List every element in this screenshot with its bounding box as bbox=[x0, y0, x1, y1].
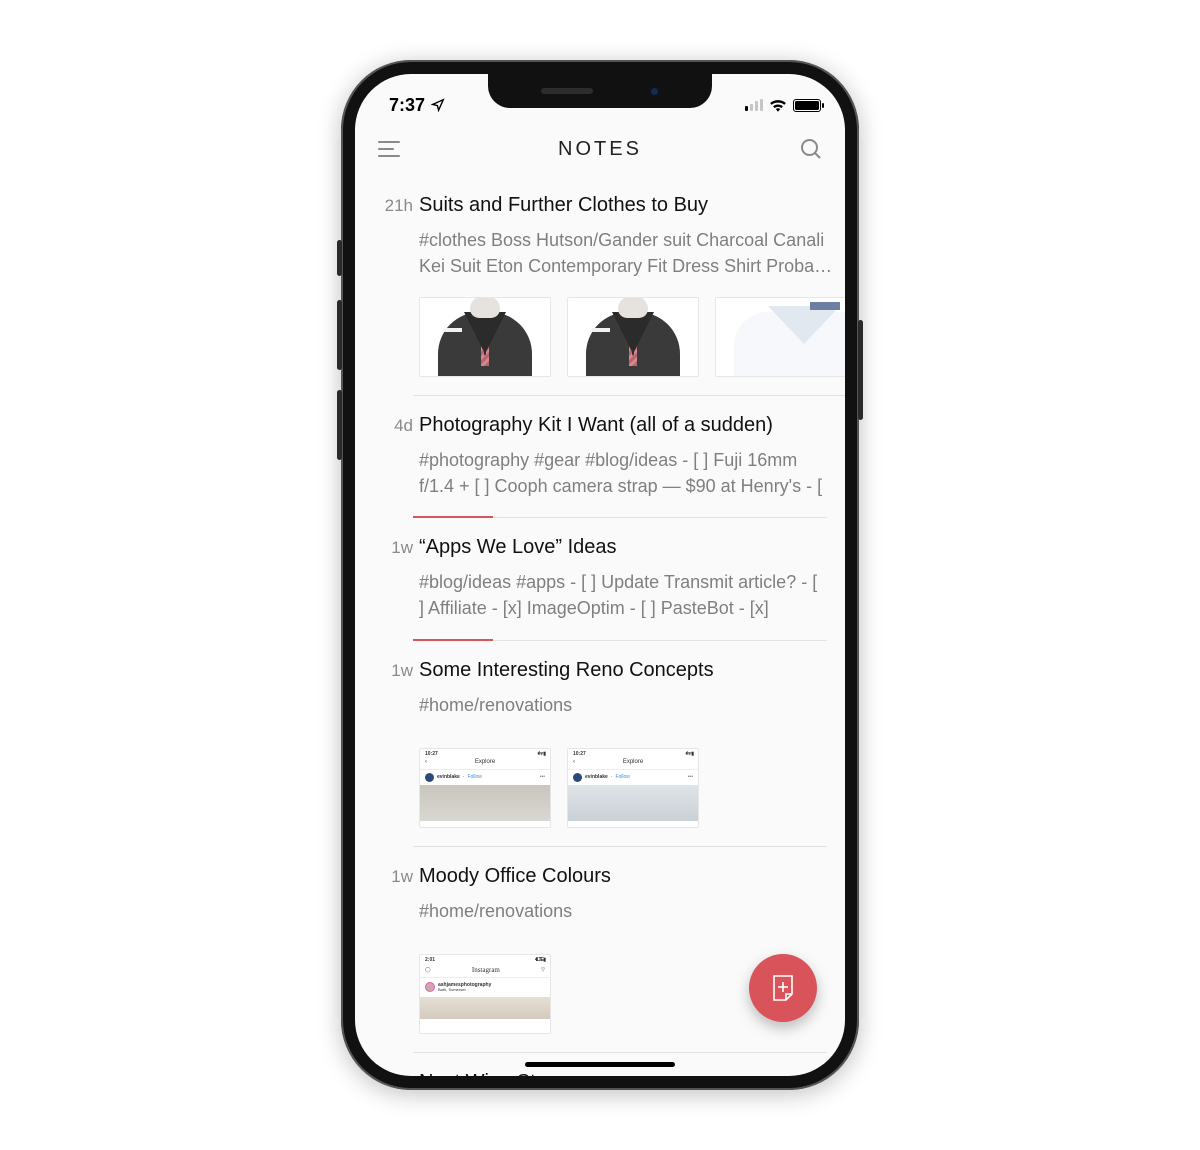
note-time: 21h bbox=[373, 194, 413, 396]
mini-follow: Follow bbox=[467, 774, 481, 780]
note-snippet: #photography #gear #blog/ideas - [ ] Fuj… bbox=[419, 447, 827, 499]
battery-icon bbox=[793, 99, 821, 112]
nav-bar: NOTES bbox=[355, 122, 845, 176]
mini-follow: Follow bbox=[615, 774, 629, 780]
location-icon bbox=[431, 98, 445, 112]
note-item[interactable]: 1w Moody Office Colours #home/renovation… bbox=[373, 847, 827, 1053]
thumbnail-row: 10:27•ıl ᯤ ▮ ‹Explore evinblake·Follow••… bbox=[419, 748, 827, 828]
mini-avatar-icon bbox=[425, 773, 434, 782]
thumbnail-screenshot[interactable]: 10:27•ıl ᯤ ▮ ‹Explore evinblake·Follow••… bbox=[567, 748, 699, 828]
mini-logo: Instagram bbox=[472, 966, 500, 974]
new-note-button[interactable] bbox=[749, 954, 817, 1022]
new-note-icon bbox=[768, 973, 798, 1003]
phone-frame: 7:37 NOTES 21h Su bbox=[341, 60, 859, 1090]
mini-camera-icon: ◯ bbox=[425, 967, 431, 973]
hamburger-icon bbox=[377, 139, 401, 159]
mini-more-icon: ••• bbox=[540, 774, 545, 780]
search-icon bbox=[799, 137, 823, 161]
note-snippet: #blog/ideas #apps - [ ] Update Transmit … bbox=[419, 569, 827, 621]
note-title: Some Interesting Reno Concepts bbox=[419, 659, 827, 682]
power-button bbox=[858, 320, 863, 420]
speaker-grill bbox=[541, 88, 593, 94]
note-time: 1w bbox=[373, 659, 413, 847]
search-button[interactable] bbox=[795, 133, 827, 165]
note-title: “Apps We Love” Ideas bbox=[419, 536, 827, 559]
menu-button[interactable] bbox=[373, 133, 405, 165]
mini-header: Explore bbox=[623, 759, 643, 765]
note-snippet: #home/renovations bbox=[419, 692, 827, 718]
note-title: Suits and Further Clothes to Buy bbox=[419, 194, 845, 217]
note-item[interactable]: 1w “Apps We Love” Ideas #blog/ideas #app… bbox=[373, 518, 827, 640]
silence-switch bbox=[337, 240, 342, 276]
progress-accent bbox=[413, 516, 493, 518]
mini-photo bbox=[568, 785, 698, 821]
mini-avatar-icon bbox=[425, 982, 435, 992]
note-title: Moody Office Colours bbox=[419, 865, 827, 888]
mini-avatar-icon bbox=[573, 773, 582, 782]
note-snippet: #home/renovations bbox=[419, 898, 827, 924]
mini-time: 2:01 bbox=[425, 957, 435, 963]
clock: 7:37 bbox=[389, 95, 425, 116]
note-time: 1w bbox=[373, 536, 413, 640]
mini-header: Explore bbox=[475, 759, 495, 765]
note-time bbox=[373, 1071, 413, 1076]
mini-inbox-icon: ▽ bbox=[541, 967, 545, 973]
mini-photo bbox=[420, 785, 550, 821]
note-title: Nest Wine Storage bbox=[419, 1071, 827, 1076]
volume-up-button bbox=[337, 300, 342, 370]
note-time: 4d bbox=[373, 414, 413, 518]
thumbnail-row bbox=[419, 297, 845, 377]
thumbnail-suit[interactable] bbox=[567, 297, 699, 377]
note-time: 1w bbox=[373, 865, 413, 1053]
note-snippet: #clothes Boss Hutson/Gander suit Charcoa… bbox=[419, 227, 845, 279]
note-item[interactable]: 4d Photography Kit I Want (all of a sudd… bbox=[373, 396, 827, 518]
front-camera bbox=[649, 86, 660, 97]
wifi-icon bbox=[769, 98, 787, 112]
progress-accent bbox=[413, 639, 493, 641]
page-title: NOTES bbox=[558, 138, 642, 161]
mini-more-icon: ••• bbox=[688, 774, 693, 780]
thumbnail-suit[interactable] bbox=[419, 297, 551, 377]
home-indicator[interactable] bbox=[525, 1062, 675, 1067]
notch bbox=[488, 74, 712, 108]
mini-status-icons: •ıl LTE ▮ bbox=[535, 957, 545, 963]
thumbnail-shirt[interactable] bbox=[715, 297, 845, 377]
screen: 7:37 NOTES 21h Su bbox=[355, 74, 845, 1076]
volume-down-button bbox=[337, 390, 342, 460]
thumbnail-screenshot[interactable]: 10:27•ıl ᯤ ▮ ‹Explore evinblake·Follow••… bbox=[419, 748, 551, 828]
cellular-icon bbox=[745, 99, 763, 111]
note-item[interactable]: 21h Suits and Further Clothes to Buy #cl… bbox=[373, 176, 827, 396]
mini-back-icon: ‹ bbox=[573, 759, 575, 765]
mini-back-icon: ‹ bbox=[425, 759, 427, 765]
note-item[interactable]: 1w Some Interesting Reno Concepts #home/… bbox=[373, 641, 827, 847]
thumbnail-screenshot[interactable]: 2:01•ıl LTE ▮ ◯Instagram▽ ashjamesphotog… bbox=[419, 954, 551, 1034]
mini-photo bbox=[420, 997, 550, 1019]
mini-username: evinblake bbox=[585, 774, 608, 780]
note-title: Photography Kit I Want (all of a sudden) bbox=[419, 414, 827, 437]
notes-list[interactable]: 21h Suits and Further Clothes to Buy #cl… bbox=[355, 176, 845, 1076]
mini-location: Bath, Somerset bbox=[438, 987, 466, 992]
mini-username: evinblake bbox=[437, 774, 460, 780]
